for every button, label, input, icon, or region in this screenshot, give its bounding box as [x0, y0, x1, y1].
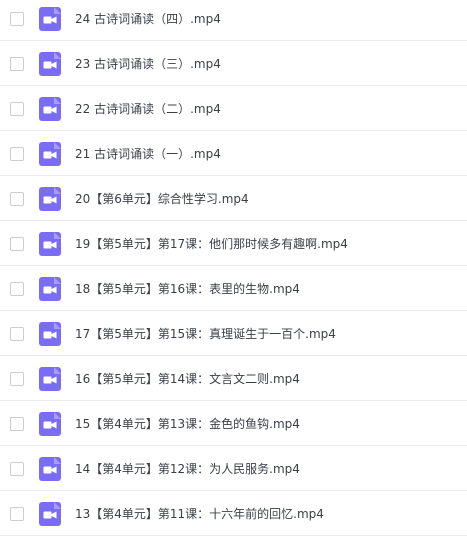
file-row[interactable]: 17【第5单元】第15课：真理诞生于一百个.mp4 [0, 311, 467, 356]
video-file-icon [39, 276, 61, 301]
row-checkbox[interactable] [10, 11, 24, 26]
file-row[interactable]: 21 古诗词诵读（一）.mp4 [0, 131, 467, 176]
video-file-icon [39, 231, 61, 256]
file-name[interactable]: 22 古诗词诵读（二）.mp4 [75, 100, 221, 117]
file-name[interactable]: 23 古诗词诵读（三）.mp4 [75, 55, 221, 72]
video-file-icon [39, 411, 61, 436]
video-file-icon [39, 321, 61, 346]
file-name[interactable]: 24 古诗词诵读（四）.mp4 [75, 10, 221, 27]
row-checkbox[interactable] [10, 191, 24, 206]
file-row[interactable]: 24 古诗词诵读（四）.mp4 [0, 0, 467, 41]
file-name[interactable]: 15【第4单元】第13课：金色的鱼钩.mp4 [75, 415, 300, 432]
file-name[interactable]: 16【第5单元】第14课：文言文二则.mp4 [75, 370, 300, 387]
row-checkbox[interactable] [10, 146, 24, 161]
file-name[interactable]: 17【第5单元】第15课：真理诞生于一百个.mp4 [75, 325, 336, 342]
row-checkbox[interactable] [10, 416, 24, 431]
row-checkbox[interactable] [10, 461, 24, 476]
file-name[interactable]: 18【第5单元】第16课：表里的生物.mp4 [75, 280, 300, 297]
file-row[interactable]: 15【第4单元】第13课：金色的鱼钩.mp4 [0, 401, 467, 446]
video-file-icon [39, 141, 61, 166]
file-row[interactable]: 18【第5单元】第16课：表里的生物.mp4 [0, 266, 467, 311]
file-name[interactable]: 21 古诗词诵读（一）.mp4 [75, 145, 221, 162]
row-checkbox[interactable] [10, 56, 24, 71]
row-checkbox[interactable] [10, 281, 24, 296]
file-name[interactable]: 14【第4单元】第12课：为人民服务.mp4 [75, 460, 300, 477]
row-checkbox[interactable] [10, 236, 24, 251]
video-file-icon [39, 456, 61, 481]
video-file-icon [39, 186, 61, 211]
file-row[interactable]: 19【第5单元】第17课：他们那时候多有趣啊.mp4 [0, 221, 467, 266]
file-name[interactable]: 19【第5单元】第17课：他们那时候多有趣啊.mp4 [75, 235, 348, 252]
row-checkbox[interactable] [10, 371, 24, 386]
video-file-icon [39, 501, 61, 526]
video-file-icon [39, 51, 61, 76]
video-file-icon [39, 96, 61, 121]
file-row[interactable]: 20【第6单元】综合性学习.mp4 [0, 176, 467, 221]
file-row[interactable]: 14【第4单元】第12课：为人民服务.mp4 [0, 446, 467, 491]
file-row[interactable]: 22 古诗词诵读（二）.mp4 [0, 86, 467, 131]
video-file-icon [39, 6, 61, 31]
file-row[interactable]: 16【第5单元】第14课：文言文二则.mp4 [0, 356, 467, 401]
file-name[interactable]: 13【第4单元】第11课：十六年前的回忆.mp4 [75, 505, 324, 522]
row-checkbox[interactable] [10, 326, 24, 341]
file-list: 24 古诗词诵读（四）.mp4 23 古诗词诵读（三）.mp4 22 古诗词诵读… [0, 0, 467, 536]
video-file-icon [39, 366, 61, 391]
file-row[interactable]: 23 古诗词诵读（三）.mp4 [0, 41, 467, 86]
file-row[interactable]: 13【第4单元】第11课：十六年前的回忆.mp4 [0, 491, 467, 536]
file-name[interactable]: 20【第6单元】综合性学习.mp4 [75, 190, 249, 207]
row-checkbox[interactable] [10, 101, 24, 116]
row-checkbox[interactable] [10, 506, 24, 521]
